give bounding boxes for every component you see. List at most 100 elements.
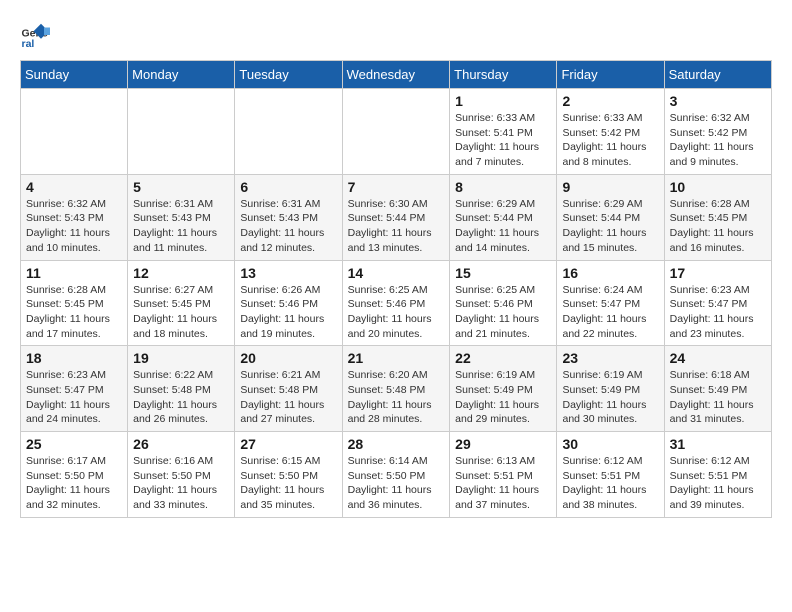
calendar-cell: 25 Sunrise: 6:17 AM Sunset: 5:50 PM Dayli… <box>21 432 128 518</box>
day-number: 25 <box>26 436 122 452</box>
day-number: 17 <box>670 265 766 281</box>
weekday-header-thursday: Thursday <box>450 61 557 89</box>
day-number: 11 <box>26 265 122 281</box>
calendar-cell: 8Sunrise: 6:29 AM Sunset: 5:44 PM Daylig… <box>450 174 557 260</box>
day-number: 28 <box>348 436 445 452</box>
calendar-cell: 21 Sunrise: 6:20 AM Sunset: 5:48 PM Dayli… <box>342 346 450 432</box>
calendar-week-3: 11Sunrise: 6:28 AM Sunset: 5:45 PM Dayli… <box>21 260 772 346</box>
calendar-cell: 12 Sunrise: 6:27 AM Sunset: 5:45 PM Dayli… <box>128 260 235 346</box>
calendar-week-2: 4 Sunrise: 6:32 AM Sunset: 5:43 PM Daylig… <box>21 174 772 260</box>
day-info: Sunrise: 6:21 AM Sunset: 5:48 PM Dayligh… <box>240 368 336 427</box>
day-info: Sunrise: 6:32 AM Sunset: 5:42 PM Dayligh… <box>670 111 766 170</box>
day-number: 7 <box>348 179 445 195</box>
day-info: Sunrise: 6:20 AM Sunset: 5:48 PM Dayligh… <box>348 368 445 427</box>
day-info: Sunrise: 6:17 AM Sunset: 5:50 PM Dayligh… <box>26 454 122 513</box>
calendar-cell <box>342 89 450 175</box>
day-number: 15 <box>455 265 551 281</box>
day-info: Sunrise: 6:24 AM Sunset: 5:47 PM Dayligh… <box>562 283 658 342</box>
calendar-cell: 20 Sunrise: 6:21 AM Sunset: 5:48 PM Dayli… <box>235 346 342 432</box>
calendar-cell <box>21 89 128 175</box>
calendar-week-5: 25 Sunrise: 6:17 AM Sunset: 5:50 PM Dayli… <box>21 432 772 518</box>
day-info: Sunrise: 6:25 AM Sunset: 5:46 PM Dayligh… <box>455 283 551 342</box>
calendar-cell: 30Sunrise: 6:12 AM Sunset: 5:51 PM Dayli… <box>557 432 664 518</box>
day-number: 13 <box>240 265 336 281</box>
weekday-header-row: SundayMondayTuesdayWednesdayThursdayFrid… <box>21 61 772 89</box>
logo: Gene ral <box>20 20 54 50</box>
calendar-cell: 10 Sunrise: 6:28 AM Sunset: 5:45 PM Dayli… <box>664 174 771 260</box>
day-number: 27 <box>240 436 336 452</box>
calendar-week-1: 1Sunrise: 6:33 AM Sunset: 5:41 PM Daylig… <box>21 89 772 175</box>
day-info: Sunrise: 6:28 AM Sunset: 5:45 PM Dayligh… <box>670 197 766 256</box>
calendar-cell: 7 Sunrise: 6:30 AM Sunset: 5:44 PM Daylig… <box>342 174 450 260</box>
day-info: Sunrise: 6:23 AM Sunset: 5:47 PM Dayligh… <box>670 283 766 342</box>
day-number: 23 <box>562 350 658 366</box>
calendar-cell: 2 Sunrise: 6:33 AM Sunset: 5:42 PM Daylig… <box>557 89 664 175</box>
calendar-cell: 15 Sunrise: 6:25 AM Sunset: 5:46 PM Dayli… <box>450 260 557 346</box>
calendar-cell: 31Sunrise: 6:12 AM Sunset: 5:51 PM Dayli… <box>664 432 771 518</box>
day-number: 21 <box>348 350 445 366</box>
day-info: Sunrise: 6:19 AM Sunset: 5:49 PM Dayligh… <box>562 368 658 427</box>
weekday-header-monday: Monday <box>128 61 235 89</box>
day-info: Sunrise: 6:30 AM Sunset: 5:44 PM Dayligh… <box>348 197 445 256</box>
day-info: Sunrise: 6:23 AM Sunset: 5:47 PM Dayligh… <box>26 368 122 427</box>
logo-icon: Gene ral <box>20 20 50 50</box>
calendar-cell: 26Sunrise: 6:16 AM Sunset: 5:50 PM Dayli… <box>128 432 235 518</box>
day-number: 20 <box>240 350 336 366</box>
day-number: 16 <box>562 265 658 281</box>
calendar-cell: 28 Sunrise: 6:14 AM Sunset: 5:50 PM Dayli… <box>342 432 450 518</box>
weekday-header-sunday: Sunday <box>21 61 128 89</box>
calendar-cell: 29Sunrise: 6:13 AM Sunset: 5:51 PM Dayli… <box>450 432 557 518</box>
day-number: 9 <box>562 179 658 195</box>
weekday-header-tuesday: Tuesday <box>235 61 342 89</box>
calendar-table: SundayMondayTuesdayWednesdayThursdayFrid… <box>20 60 772 518</box>
day-info: Sunrise: 6:18 AM Sunset: 5:49 PM Dayligh… <box>670 368 766 427</box>
calendar-cell: 13 Sunrise: 6:26 AM Sunset: 5:46 PM Dayli… <box>235 260 342 346</box>
day-number: 18 <box>26 350 122 366</box>
day-info: Sunrise: 6:29 AM Sunset: 5:44 PM Dayligh… <box>562 197 658 256</box>
day-info: Sunrise: 6:12 AM Sunset: 5:51 PM Dayligh… <box>670 454 766 513</box>
calendar-cell: 17 Sunrise: 6:23 AM Sunset: 5:47 PM Dayli… <box>664 260 771 346</box>
day-info: Sunrise: 6:33 AM Sunset: 5:42 PM Dayligh… <box>562 111 658 170</box>
calendar-cell: 6 Sunrise: 6:31 AM Sunset: 5:43 PM Daylig… <box>235 174 342 260</box>
calendar-cell: 9 Sunrise: 6:29 AM Sunset: 5:44 PM Daylig… <box>557 174 664 260</box>
calendar-cell: 16 Sunrise: 6:24 AM Sunset: 5:47 PM Dayli… <box>557 260 664 346</box>
day-info: Sunrise: 6:31 AM Sunset: 5:43 PM Dayligh… <box>133 197 229 256</box>
weekday-header-saturday: Saturday <box>664 61 771 89</box>
day-number: 29 <box>455 436 551 452</box>
calendar-cell <box>128 89 235 175</box>
day-number: 3 <box>670 93 766 109</box>
calendar-cell: 1Sunrise: 6:33 AM Sunset: 5:41 PM Daylig… <box>450 89 557 175</box>
day-number: 2 <box>562 93 658 109</box>
day-info: Sunrise: 6:22 AM Sunset: 5:48 PM Dayligh… <box>133 368 229 427</box>
day-number: 24 <box>670 350 766 366</box>
calendar-cell <box>235 89 342 175</box>
day-info: Sunrise: 6:25 AM Sunset: 5:46 PM Dayligh… <box>348 283 445 342</box>
day-number: 10 <box>670 179 766 195</box>
page-header: Gene ral <box>20 20 772 50</box>
day-number: 12 <box>133 265 229 281</box>
calendar-week-4: 18 Sunrise: 6:23 AM Sunset: 5:47 PM Dayli… <box>21 346 772 432</box>
day-number: 19 <box>133 350 229 366</box>
day-number: 14 <box>348 265 445 281</box>
calendar-cell: 5 Sunrise: 6:31 AM Sunset: 5:43 PM Daylig… <box>128 174 235 260</box>
day-number: 22 <box>455 350 551 366</box>
day-info: Sunrise: 6:31 AM Sunset: 5:43 PM Dayligh… <box>240 197 336 256</box>
svg-text:ral: ral <box>22 38 35 50</box>
calendar-cell: 14 Sunrise: 6:25 AM Sunset: 5:46 PM Dayli… <box>342 260 450 346</box>
calendar-cell: 11Sunrise: 6:28 AM Sunset: 5:45 PM Dayli… <box>21 260 128 346</box>
day-number: 8 <box>455 179 551 195</box>
day-info: Sunrise: 6:27 AM Sunset: 5:45 PM Dayligh… <box>133 283 229 342</box>
calendar-cell: 22Sunrise: 6:19 AM Sunset: 5:49 PM Dayli… <box>450 346 557 432</box>
day-number: 4 <box>26 179 122 195</box>
day-info: Sunrise: 6:32 AM Sunset: 5:43 PM Dayligh… <box>26 197 122 256</box>
day-info: Sunrise: 6:14 AM Sunset: 5:50 PM Dayligh… <box>348 454 445 513</box>
calendar-cell: 19 Sunrise: 6:22 AM Sunset: 5:48 PM Dayli… <box>128 346 235 432</box>
calendar-cell: 23 Sunrise: 6:19 AM Sunset: 5:49 PM Dayli… <box>557 346 664 432</box>
calendar-cell: 18 Sunrise: 6:23 AM Sunset: 5:47 PM Dayli… <box>21 346 128 432</box>
day-number: 26 <box>133 436 229 452</box>
day-info: Sunrise: 6:33 AM Sunset: 5:41 PM Dayligh… <box>455 111 551 170</box>
day-info: Sunrise: 6:26 AM Sunset: 5:46 PM Dayligh… <box>240 283 336 342</box>
day-number: 5 <box>133 179 229 195</box>
calendar-cell: 3 Sunrise: 6:32 AM Sunset: 5:42 PM Daylig… <box>664 89 771 175</box>
day-number: 6 <box>240 179 336 195</box>
